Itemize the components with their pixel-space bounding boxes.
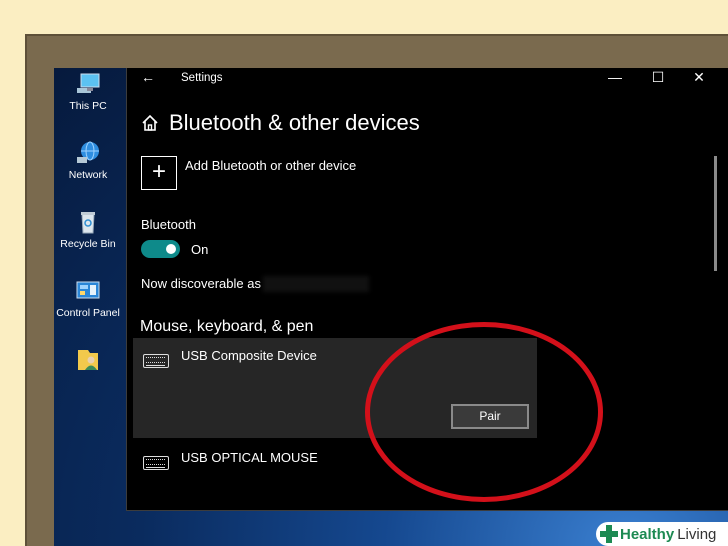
desktop-icon-label: Control Panel (56, 307, 120, 319)
title-bar: ← Settings — ☐ ✕ (127, 68, 728, 88)
desktop-icon-this-pc[interactable]: This PC (54, 72, 122, 112)
desktop-icon-user-folder[interactable] (54, 348, 122, 376)
redacted-device-name (263, 276, 369, 292)
maximize-icon[interactable]: ☐ (648, 69, 668, 86)
desktop-icon-network[interactable]: Network (54, 141, 122, 181)
desktop-icon-recycle-bin[interactable]: Recycle Bin (54, 210, 122, 250)
toggle-knob (166, 244, 176, 254)
bluetooth-toggle[interactable] (141, 240, 180, 258)
add-device-plus-icon[interactable]: + (141, 156, 177, 190)
computer-icon (77, 73, 100, 93)
keyboard-icon (143, 354, 169, 368)
desktop-icon-label: This PC (69, 100, 107, 112)
home-icon[interactable] (141, 114, 159, 132)
keyboard-icon (143, 456, 169, 470)
close-icon[interactable]: ✕ (689, 69, 709, 86)
page-title: Bluetooth & other devices (169, 110, 420, 135)
recycle-bin-icon (81, 212, 95, 234)
user-folder-icon (78, 350, 98, 370)
window-title: Settings (181, 72, 223, 84)
desktop-icon-control-panel[interactable]: Control Panel (54, 279, 122, 319)
add-device-button[interactable]: Add Bluetooth or other device (185, 158, 356, 173)
logo-text-b: Living (677, 525, 717, 543)
minimize-icon[interactable]: — (605, 69, 625, 85)
scrollbar[interactable] (714, 156, 717, 271)
device-name: USB Composite Device (181, 348, 317, 363)
back-arrow-icon[interactable]: ← (141, 69, 155, 85)
desktop-icon-label: Recycle Bin (60, 238, 116, 250)
page-title-row: Bluetooth & other devices (141, 110, 420, 136)
desktop-icon-label: Network (68, 169, 108, 181)
device-name: USB OPTICAL MOUSE (181, 450, 318, 465)
network-globe-icon (77, 141, 99, 163)
discoverable-label: Now discoverable as (141, 276, 261, 291)
section-heading: Mouse, keyboard, & pen (140, 318, 314, 335)
highlight-circle (365, 322, 603, 502)
control-panel-icon (76, 281, 100, 299)
health-cross-icon (600, 525, 618, 543)
bluetooth-label: Bluetooth (141, 217, 196, 232)
bluetooth-state-text: On (191, 242, 209, 257)
watermark-logo: Healthy Living (596, 522, 728, 546)
logo-text-a: Healthy (620, 525, 675, 543)
